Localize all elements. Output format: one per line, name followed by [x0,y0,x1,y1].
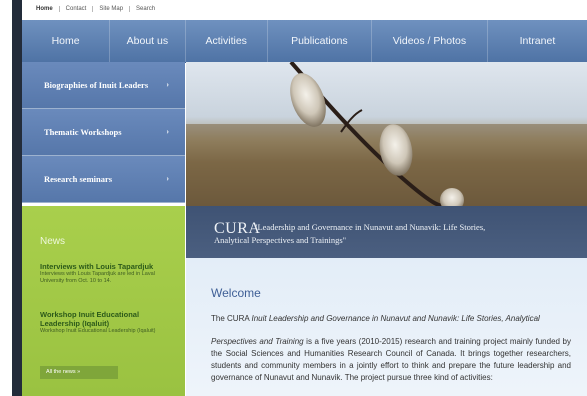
nav-videos-photos[interactable]: Videos / Photos [372,20,488,62]
side-item-biographies[interactable]: Biographies of Inuit Leaders › [22,62,185,109]
nav-publications[interactable]: Publications [268,20,372,62]
chevron-right-icon: › [166,127,169,136]
welcome-heading: Welcome [211,286,261,300]
side-item-thematic-workshops[interactable]: Thematic Workshops › [22,109,185,156]
willow-branch-photo [186,62,587,206]
all-news-button[interactable]: All the news » [40,366,118,379]
side-item-label: Biographies of Inuit Leaders [44,80,149,90]
utility-link-search[interactable]: Search [129,6,161,12]
utility-link-contact[interactable]: Contact [58,6,93,12]
utility-link-site-map[interactable]: Site Map [92,6,129,12]
side-menu: Biographies of Inuit Leaders › Thematic … [22,62,185,203]
nav-intranet[interactable]: Intranet [488,20,587,62]
news-item[interactable]: Interviews with Louis Tapardjuk Intervie… [40,262,180,285]
news-item-headline[interactable]: Interviews with Louis Tapardjuk [40,262,180,271]
utility-link-home[interactable]: Home [36,6,59,12]
cura-quote-line-2: Analytical Perspectives and Trainings" [214,235,347,245]
main-navigation: Home About us Activities Publications Vi… [22,20,587,63]
intro-project-title: Inuit Leadership and Governance in Nunav… [251,314,540,323]
chevron-right-icon: › [166,80,169,89]
nav-activities[interactable]: Activities [186,20,268,62]
intro-line: The CURA Inuit Leadership and Governance… [211,314,571,323]
intro-project-title-end: Perspectives and Training [211,337,304,346]
news-panel: News Interviews with Louis Tapardjuk Int… [22,206,185,396]
intro-prefix: The CURA [211,314,252,323]
chevron-right-icon: › [166,174,169,183]
hero-image [186,62,587,206]
cura-banner: CURA "Leadership and Governance in Nunav… [186,206,587,258]
news-item-summary: Interviews with Louis Tapardjuk are led … [40,271,155,284]
intro-paragraph: Perspectives and Training is a five year… [211,336,571,384]
side-item-label: Research seminars [44,174,113,184]
left-decorative-stripe [12,0,22,396]
side-item-research-seminars[interactable]: Research seminars › [22,156,185,203]
news-item-summary: Workshop Inuit Educational Leadership (I… [40,328,156,334]
nav-about-us[interactable]: About us [110,20,186,62]
cura-quote-line-1: "Leadership and Governance in Nunavut an… [254,222,486,232]
utility-nav: Home Contact Site Map Search [36,2,161,16]
side-item-label: Thematic Workshops [44,127,122,137]
nav-home[interactable]: Home [22,20,111,62]
news-title: News [40,236,66,247]
main-content: Welcome The CURA Inuit Leadership and Go… [186,258,587,396]
news-item[interactable]: Workshop Inuit Educational Leadership (I… [40,310,180,335]
news-item-headline[interactable]: Workshop Inuit Educational Leadership (I… [40,310,180,328]
